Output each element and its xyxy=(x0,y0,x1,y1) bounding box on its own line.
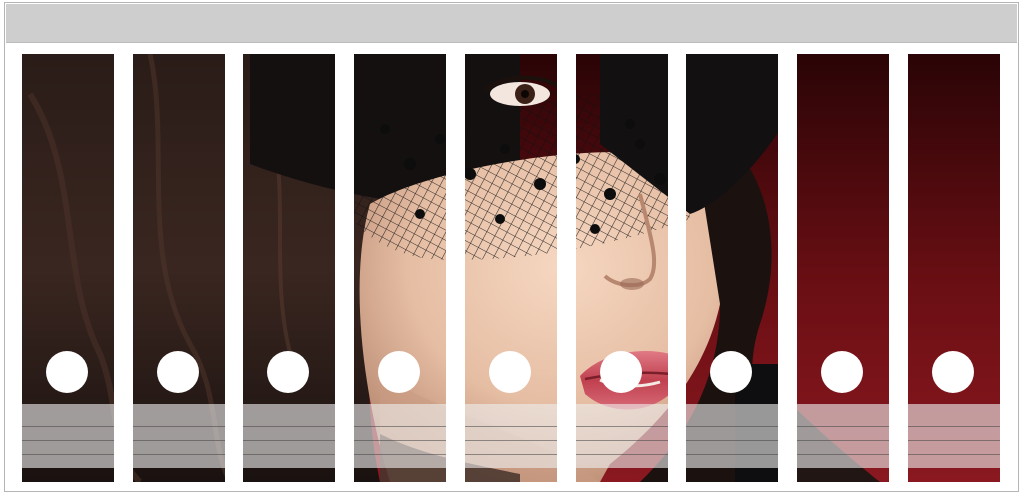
label-panel xyxy=(797,404,889,468)
label-rule xyxy=(686,426,778,427)
label-rule xyxy=(797,426,889,427)
label-rule xyxy=(243,454,335,455)
label-rule xyxy=(354,426,446,427)
finger-hole xyxy=(600,351,642,393)
finger-hole xyxy=(157,351,199,393)
label-rule xyxy=(576,426,668,427)
top-strip xyxy=(6,4,1017,43)
label-rule xyxy=(22,454,114,455)
binder-spine-7 xyxy=(686,54,778,482)
label-rule xyxy=(686,440,778,441)
finger-hole xyxy=(821,351,863,393)
finger-hole xyxy=(46,351,88,393)
label-rule xyxy=(797,454,889,455)
finger-hole xyxy=(710,351,752,393)
label-rule xyxy=(354,454,446,455)
binder-spine-2 xyxy=(133,54,225,482)
label-rule xyxy=(22,440,114,441)
label-rule xyxy=(465,454,557,455)
label-rule xyxy=(797,440,889,441)
label-rule xyxy=(243,440,335,441)
label-rule xyxy=(908,426,1000,427)
label-panel xyxy=(465,404,557,468)
finger-hole xyxy=(932,351,974,393)
binder-spine-1 xyxy=(22,54,114,482)
binder-spine-4 xyxy=(354,54,446,482)
label-rule xyxy=(686,454,778,455)
label-rule xyxy=(465,440,557,441)
label-rule xyxy=(908,440,1000,441)
label-panel xyxy=(354,404,446,468)
label-rule xyxy=(576,440,668,441)
finger-hole xyxy=(267,351,309,393)
binder-spine-5 xyxy=(465,54,557,482)
label-rule xyxy=(22,426,114,427)
label-rule xyxy=(354,440,446,441)
label-rule xyxy=(243,426,335,427)
label-rule xyxy=(133,440,225,441)
label-panel xyxy=(243,404,335,468)
label-rule xyxy=(133,426,225,427)
label-rule xyxy=(133,454,225,455)
label-panel xyxy=(576,404,668,468)
label-panel xyxy=(908,404,1000,468)
binder-spine-8 xyxy=(797,54,889,482)
label-rule xyxy=(908,454,1000,455)
label-rule xyxy=(576,454,668,455)
binder-spine-3 xyxy=(243,54,335,482)
label-panel xyxy=(133,404,225,468)
binder-spine-9 xyxy=(908,54,1000,482)
finger-hole xyxy=(378,351,420,393)
label-panel xyxy=(686,404,778,468)
label-rule xyxy=(465,426,557,427)
label-panel xyxy=(22,404,114,468)
finger-hole xyxy=(489,351,531,393)
binder-spine-6 xyxy=(576,54,668,482)
